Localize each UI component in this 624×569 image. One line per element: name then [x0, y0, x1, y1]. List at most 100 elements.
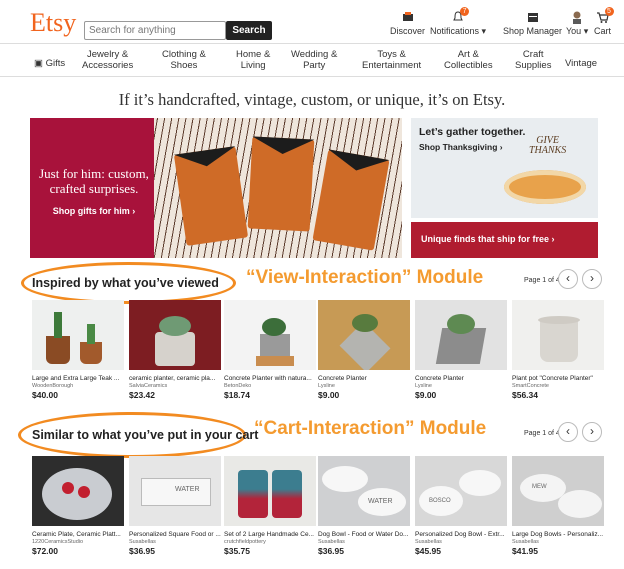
nav-item-art[interactable]: Art & Collectibles [444, 49, 493, 71]
you-label: You [566, 26, 582, 36]
nav-item-jewelry[interactable]: Jewelry & Accessories [82, 49, 133, 71]
product-image [415, 300, 507, 370]
chevron-right-icon: › [590, 424, 594, 438]
product-name: Ceramic Plate, Ceramic Platt... [32, 531, 121, 538]
product-card[interactable]: MEW Large Dog Bowls - Personaliz... Susa… [512, 456, 604, 556]
pager-text: Page 1 of 4 [524, 430, 560, 437]
nav-item-gifts[interactable]: ▣ Gifts [34, 58, 65, 69]
site-header: Etsy Search for anything Search Discover… [0, 0, 624, 44]
product-price: $40.00 [32, 390, 58, 400]
discover-button[interactable]: Discover [390, 10, 425, 36]
pie-image [504, 170, 586, 204]
nav-item-wedding[interactable]: Wedding & Party [291, 49, 337, 71]
product-image [224, 456, 316, 526]
free-shipping-banner[interactable]: Unique finds that ship for free › [411, 222, 598, 258]
product-name: Large and Extra Large Teak ... [32, 375, 120, 382]
product-name: Large Dog Bowls - Personaliz... [512, 531, 604, 538]
shop-thanksgiving-link[interactable]: Shop Thanksgiving › [419, 142, 503, 152]
cart-count-badge: 5 [604, 7, 614, 16]
avatar-icon [570, 10, 584, 24]
product-card[interactable]: WATER Personalized Square Food or ... Su… [129, 456, 221, 556]
notifications-button[interactable]: 7 Notifications ▾ [430, 7, 486, 37]
prev-arrow-button[interactable]: ‹ [558, 269, 578, 289]
shop-name: SalviaCeramics [129, 383, 168, 389]
product-image [318, 300, 410, 370]
product-price: $72.00 [32, 546, 58, 556]
product-name: Personalized Dog Bowl - Extr... [415, 531, 505, 538]
product-card[interactable]: Concrete Planter Lysline $9.00 [318, 300, 410, 400]
pager-text: Page 1 of 4 [524, 277, 560, 284]
product-price: $9.00 [415, 390, 437, 400]
product-price: $41.95 [512, 546, 538, 556]
product-card[interactable]: Large and Extra Large Teak ... WoodenBor… [32, 300, 124, 400]
cart-label: Cart [594, 26, 612, 36]
product-name: Set of 2 Large Handmade Ce... [224, 531, 314, 538]
nav-item-vintage[interactable]: Vintage [565, 58, 597, 69]
product-image: WATER [129, 456, 221, 526]
gift-icon: ▣ [34, 58, 43, 69]
thanksgiving-headline: Let’s gather together. [419, 126, 526, 138]
shop-gifts-link[interactable]: Shop gifts for him › [36, 206, 152, 216]
shop-name: 1220CeramicsStudio [32, 539, 84, 545]
product-image [512, 300, 604, 370]
product-card[interactable]: Set of 2 Large Handmade Ce... crutchfiel… [224, 456, 316, 556]
product-image: MEW [512, 456, 604, 526]
chevron-right-icon: › [590, 271, 594, 285]
shop-manager-label: Shop Manager [503, 26, 563, 36]
wallets-image[interactable] [154, 118, 402, 258]
wallet-image [312, 149, 390, 251]
nav-item-home[interactable]: Home & Living [236, 49, 270, 71]
thanksgiving-banner[interactable]: Let’s gather together. Shop Thanksgiving… [411, 118, 598, 218]
product-card[interactable]: ceramic planter, ceramic pla... SalviaCe… [129, 300, 221, 400]
product-card[interactable]: BOSCO Personalized Dog Bowl - Extr... Su… [415, 456, 507, 556]
shop-name: Lysline [415, 383, 432, 389]
product-image: WATER [318, 456, 410, 526]
nav-item-craft[interactable]: Craft Supplies [515, 49, 551, 71]
shop-name: Susabellas [512, 539, 539, 545]
product-price: $56.34 [512, 390, 538, 400]
product-image: BOSCO [415, 456, 507, 526]
nav-item-clothing[interactable]: Clothing & Shoes [162, 49, 206, 71]
product-name: Concrete Planter [415, 375, 464, 382]
module-title-cart: Similar to what you’ve put in your cart [32, 428, 259, 442]
prev-arrow-button[interactable]: ‹ [558, 422, 578, 442]
cake-topper: GIVE THANKS [529, 135, 567, 156]
shop-manager-button[interactable]: Shop Manager [503, 10, 562, 36]
product-price: $9.00 [318, 390, 340, 400]
product-name: ceramic planter, ceramic pla... [129, 375, 216, 382]
cart-button[interactable]: 5 Cart [594, 7, 614, 36]
product-image [32, 456, 124, 526]
product-name: Dog Bowl - Food or Water Do... [318, 531, 409, 538]
search-button[interactable]: Search [226, 21, 272, 40]
notifications-label: Notifications [430, 26, 480, 36]
nav-item-toys[interactable]: Toys & Entertainment [362, 49, 421, 71]
product-name: Concrete Planter [318, 375, 367, 382]
product-price: $23.42 [129, 390, 155, 400]
gifts-for-him-banner[interactable]: Just for him: custom, crafted surprises. … [30, 118, 154, 258]
next-arrow-button[interactable]: › [582, 269, 602, 289]
shop-name: Susabellas [318, 539, 345, 545]
product-name: Personalized Square Food or ... [129, 531, 221, 538]
free-shipping-link[interactable]: Unique finds that ship for free › [421, 234, 555, 244]
product-card[interactable]: Concrete Planter with natura... BetonDek… [224, 300, 316, 400]
product-card[interactable]: Plant pot "Concrete Planter" SmartConcre… [512, 300, 604, 400]
etsy-logo[interactable]: Etsy [30, 8, 76, 38]
product-name: Concrete Planter with natura... [224, 375, 312, 382]
product-price: $18.74 [224, 390, 250, 400]
category-nav: ▣ Gifts Jewelry & Accessories Clothing & S… [0, 49, 624, 77]
chevron-left-icon: ‹ [566, 271, 570, 285]
product-card[interactable]: WATER Dog Bowl - Food or Water Do... Sus… [318, 456, 410, 556]
product-card[interactable]: Ceramic Plate, Ceramic Platt... 1220Cera… [32, 456, 124, 556]
product-image [32, 300, 124, 370]
product-card[interactable]: Concrete Planter Lysline $9.00 [415, 300, 507, 400]
shop-icon [526, 10, 540, 24]
shop-name: Lysline [318, 383, 335, 389]
shop-name: SmartConcrete [512, 383, 549, 389]
search-input[interactable]: Search for anything [84, 21, 226, 40]
product-name: Plant pot "Concrete Planter" [512, 375, 593, 382]
you-menu[interactable]: You ▾ [566, 10, 588, 37]
module-annotation-cart: “Cart-Interaction” Module [254, 418, 487, 439]
next-arrow-button[interactable]: › [582, 422, 602, 442]
shop-name: BetonDeko [224, 383, 252, 389]
module-title-viewed: Inspired by what you’ve viewed [32, 276, 219, 290]
